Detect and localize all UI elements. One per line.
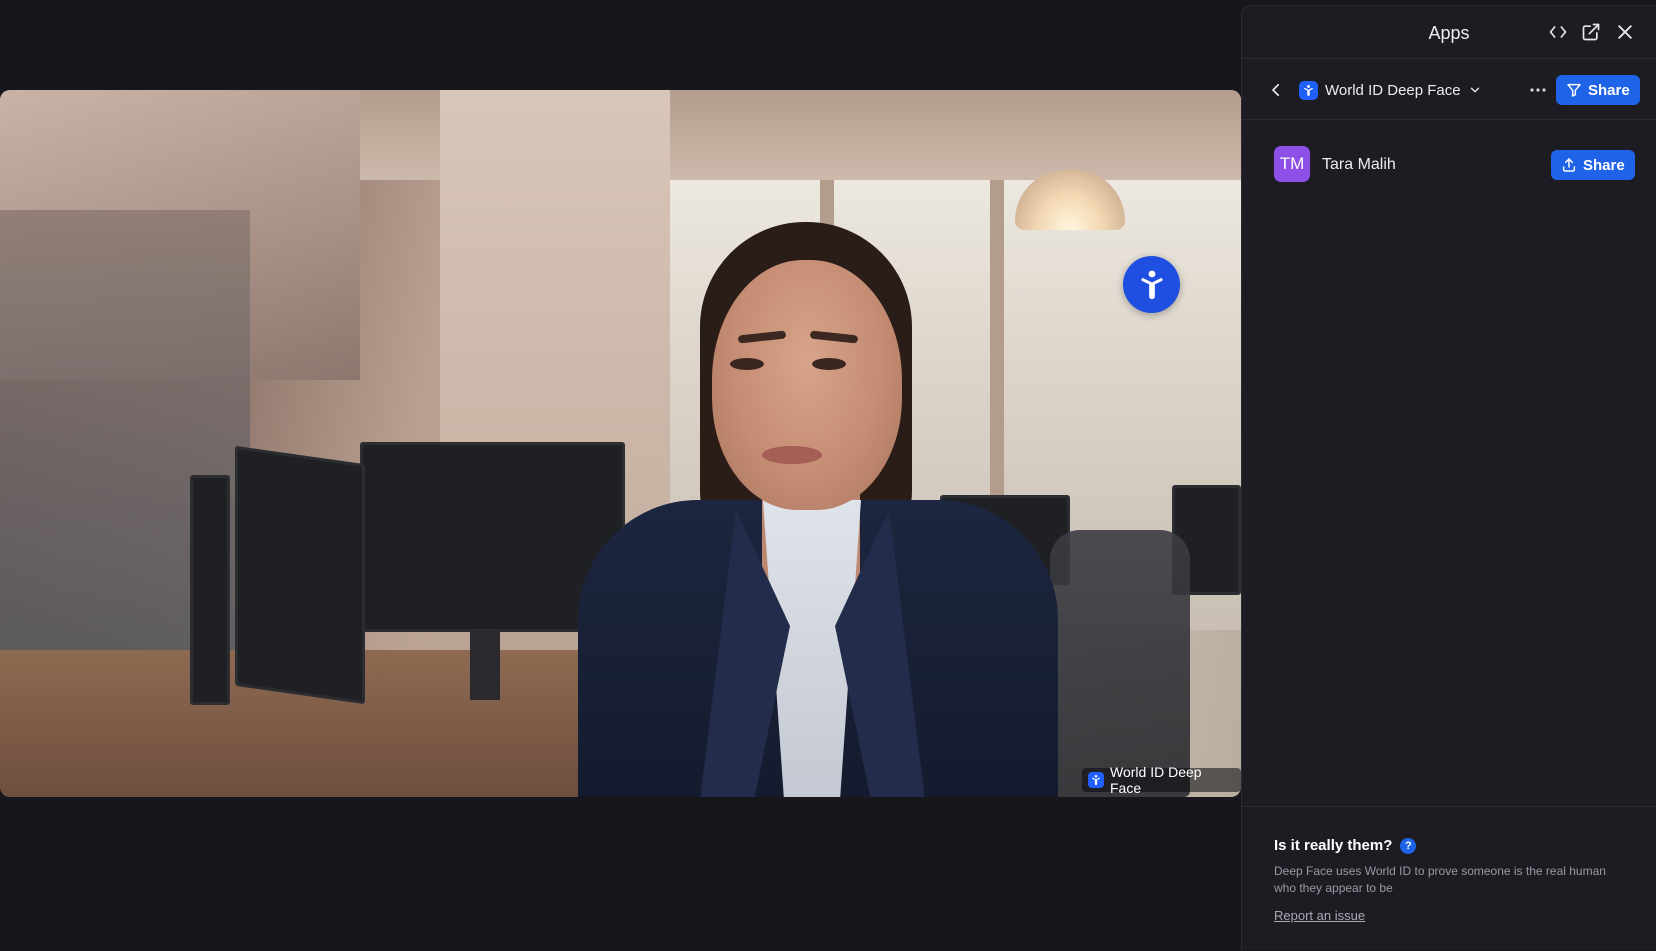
app-share-button[interactable]: Share [1556,75,1640,105]
help-icon[interactable]: ? [1400,837,1417,854]
world-id-logo-icon [1299,80,1318,100]
info-description: Deep Face uses World ID to prove someone… [1274,864,1606,895]
person-face [712,260,902,510]
video-app-label-text: World ID Deep Face [1110,764,1202,796]
video-background-monitor [235,445,365,705]
apps-panel: Apps World ID Deep Face Share TM Tara Ma… [1241,5,1656,950]
video-app-label: World ID Deep Face [1082,764,1241,796]
video-background-chair [1050,530,1190,797]
participant-share-label: Share [1583,156,1625,174]
participant-share-button[interactable]: Share [1551,150,1635,180]
info-title: Is it really them? ? [1274,837,1417,854]
more-options-button[interactable] [1524,78,1552,102]
app-share-label: Share [1588,81,1630,99]
video-background-monitor [190,475,230,705]
avatar: TM [1274,146,1310,182]
participant-name: Tara Malih [1322,156,1396,173]
code-icon[interactable] [1546,20,1570,44]
report-issue-link[interactable]: Report an issue [1274,908,1365,923]
close-icon[interactable] [1613,20,1637,44]
back-button[interactable] [1264,78,1288,102]
more-horizontal-icon [1530,88,1546,92]
person-lips [762,446,822,464]
app-bar: World ID Deep Face Share [1242,59,1656,120]
info-section: Is it really them? ? Deep Face uses Worl… [1242,806,1656,951]
app-selector[interactable]: World ID Deep Face [1299,78,1482,102]
video-tile[interactable] [0,90,1241,797]
video-stage: World ID Deep Face [0,0,1241,950]
video-background-monitor-stand [470,630,500,700]
share-icon [1567,83,1581,97]
person-eye [812,358,846,370]
chevron-left-icon [1272,83,1280,97]
world-id-logo-icon [1088,772,1104,788]
world-id-verified-icon[interactable] [1123,256,1180,313]
app-selector-label: World ID Deep Face [1325,81,1461,99]
upload-icon [1562,158,1576,172]
person-eye [730,358,764,370]
chevron-down-icon [1470,87,1479,93]
external-link-icon[interactable] [1579,20,1603,44]
panel-header: Apps [1242,6,1656,59]
info-title-text: Is it really them? [1274,837,1393,854]
